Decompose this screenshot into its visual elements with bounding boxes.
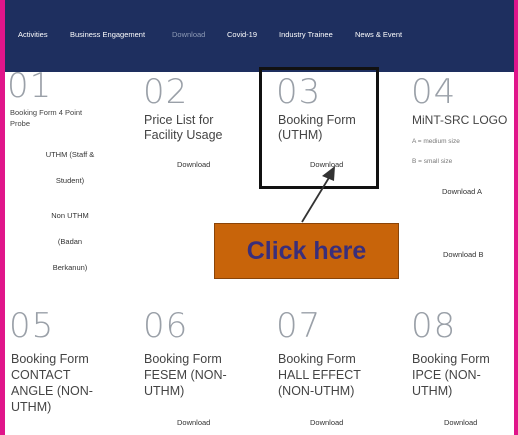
pointer-arrow — [301, 166, 335, 223]
click-here-callout: Click here — [214, 223, 399, 279]
